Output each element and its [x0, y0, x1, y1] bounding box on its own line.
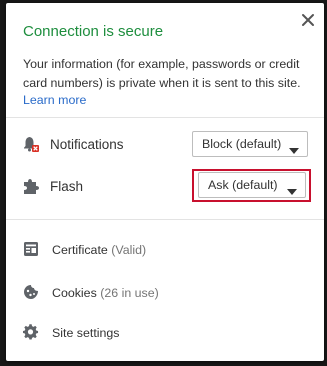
certificate-link[interactable]: Certificate (Valid): [52, 243, 146, 257]
notification-blocked-icon: [22, 135, 40, 153]
learn-more-link[interactable]: Learn more: [23, 93, 86, 107]
connection-status-title: Connection is secure: [23, 23, 164, 40]
site-info-popup: Connection is secure Your information (f…: [6, 3, 324, 361]
chevron-down-icon: [287, 182, 297, 200]
flash-select-value: Ask (default): [208, 178, 278, 192]
gear-icon: [23, 324, 39, 340]
certificate-label: Certificate: [52, 243, 108, 257]
permission-label-flash: Flash: [50, 179, 84, 194]
flash-permission-select[interactable]: Ask (default): [198, 172, 306, 198]
certificate-icon: [23, 241, 39, 257]
divider: [6, 219, 324, 220]
chevron-down-icon: [289, 141, 299, 159]
cookies-link[interactable]: Cookies (26 in use): [52, 286, 159, 300]
close-icon[interactable]: [299, 11, 317, 29]
puzzle-piece-icon: [22, 177, 40, 195]
certificate-status: (Valid): [111, 243, 147, 257]
connection-description: Your information (for example, passwords…: [23, 57, 301, 90]
notifications-permission-select[interactable]: Block (default): [192, 131, 308, 157]
permission-label-notifications: Notifications: [50, 137, 124, 152]
divider: [6, 117, 324, 118]
site-settings-link[interactable]: Site settings: [52, 326, 120, 340]
cookies-label: Cookies: [52, 286, 97, 300]
notifications-select-value: Block (default): [202, 137, 282, 151]
cookies-count: (26 in use): [100, 286, 159, 300]
cookie-icon: [23, 284, 39, 300]
